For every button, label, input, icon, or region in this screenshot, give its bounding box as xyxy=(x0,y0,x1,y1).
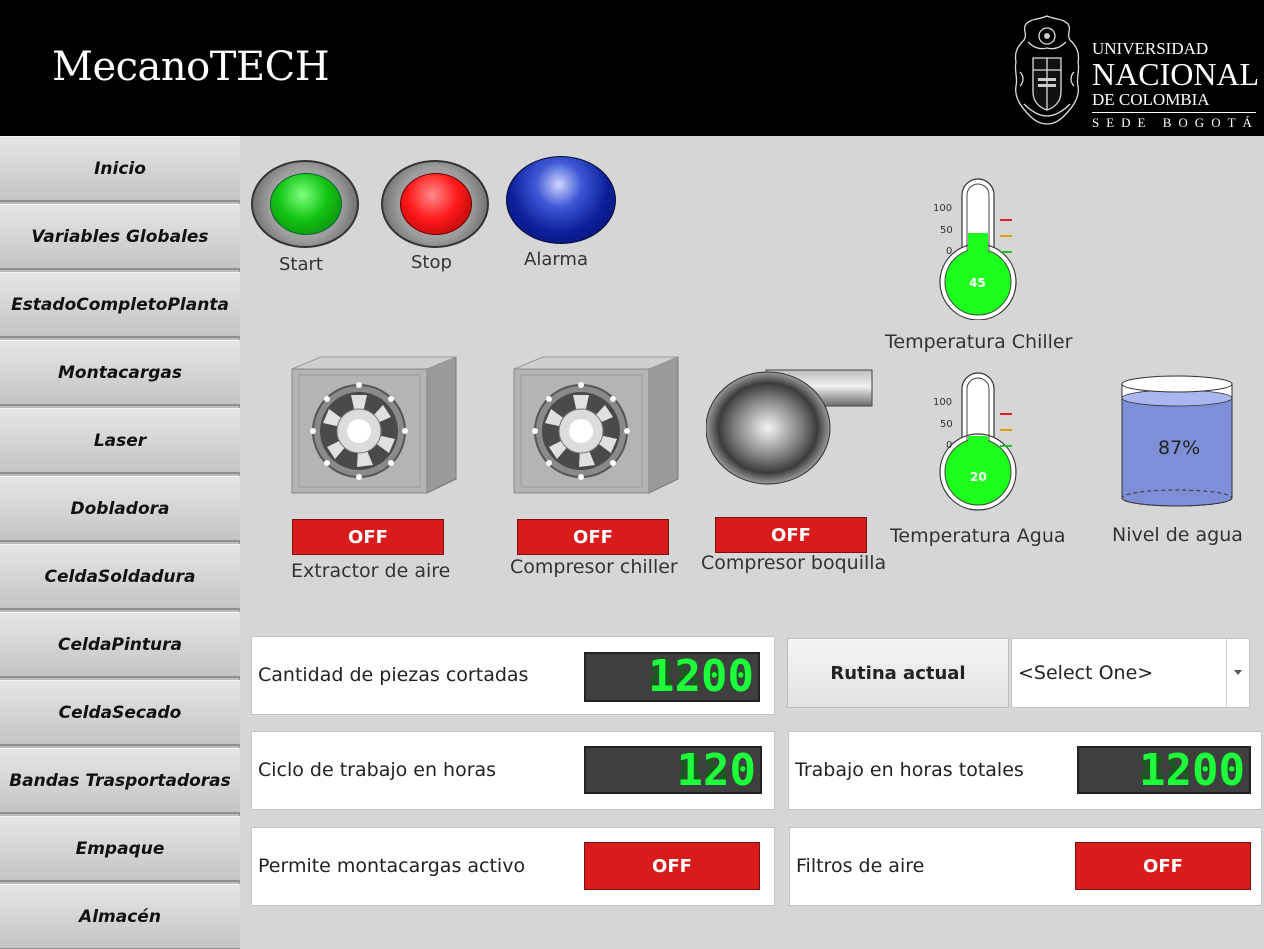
chiller-reading: 45 xyxy=(969,276,986,290)
sidebar-item-celda-soldadura[interactable]: CeldaSoldadura xyxy=(0,544,240,610)
extractor-label: Extractor de aire xyxy=(291,560,451,582)
chiller-compressor-label: Compresor chiller xyxy=(510,556,678,578)
stop-indicator xyxy=(381,160,489,248)
stop-lamp-icon xyxy=(400,173,472,235)
blower-compressor-icon xyxy=(706,369,873,485)
university-line1: UNIVERSIDAD xyxy=(1092,39,1209,58)
work-cycle-display: 888 120 xyxy=(584,746,762,794)
cut-pieces-panel: Cantidad de piezas cortadas 8888 1200 xyxy=(251,636,775,715)
start-indicator xyxy=(251,160,359,248)
university-line2: NACIONAL xyxy=(1092,56,1260,92)
sidebar-item-laser[interactable]: Laser xyxy=(0,408,240,474)
total-hours-display: 8888 1200 xyxy=(1077,746,1251,794)
routine-select[interactable]: <Select One> xyxy=(1011,638,1250,708)
chiller-scale-100: 100 xyxy=(933,203,953,214)
cut-pieces-value: 1200 xyxy=(648,652,754,702)
university-seal-icon xyxy=(1014,15,1080,125)
app-header: MecanoTECH UNIVERSIDAD NACIONAL DE COLOM… xyxy=(0,0,1264,136)
sidebar-item-empaque[interactable]: Empaque xyxy=(0,816,240,882)
start-label: Start xyxy=(279,254,323,275)
nozzle-compressor-toggle-button[interactable]: OFF xyxy=(715,517,867,553)
cut-pieces-display: 8888 1200 xyxy=(584,652,760,702)
water-scale-100: 100 xyxy=(933,397,953,408)
sidebar-item-celda-secado[interactable]: CeldaSecado xyxy=(0,680,240,746)
wordmark-divider xyxy=(1092,112,1256,113)
chiller-scale-50: 50 xyxy=(940,225,953,236)
university-line4: SEDE BOGOTÁ xyxy=(1092,115,1259,130)
sidebar-item-estado-completo-planta[interactable]: EstadoCompletoPlanta xyxy=(0,272,240,338)
work-cycle-panel: Ciclo de trabajo en horas 888 120 xyxy=(251,731,775,810)
sidebar-item-dobladora[interactable]: Dobladora xyxy=(0,476,240,542)
start-lamp-icon xyxy=(270,173,342,235)
university-wordmark: UNIVERSIDAD NACIONAL DE COLOMBIA SEDE BO… xyxy=(1092,40,1259,129)
sidebar-item-variables-globales[interactable]: Variables Globales xyxy=(0,204,240,270)
sidebar-nav: Inicio Variables Globales EstadoCompleto… xyxy=(0,136,240,949)
stop-label: Stop xyxy=(411,252,452,273)
sidebar-item-montacargas[interactable]: Montacargas xyxy=(0,340,240,406)
air-filters-panel: Filtros de aire OFF xyxy=(789,827,1262,906)
chiller-compressor-fan-icon xyxy=(513,356,679,494)
extractor-fan-icon xyxy=(291,356,457,494)
sidebar-item-inicio[interactable]: Inicio xyxy=(0,136,240,202)
forklift-permit-label: Permite montacargas activo xyxy=(258,855,526,877)
total-hours-label: Trabajo en horas totales xyxy=(795,759,1024,781)
chiller-compressor-toggle-button[interactable]: OFF xyxy=(517,519,669,555)
current-routine-button[interactable]: Rutina actual xyxy=(787,638,1009,708)
air-filters-label: Filtros de aire xyxy=(796,855,925,877)
cut-pieces-label: Cantidad de piezas cortadas xyxy=(258,664,529,686)
water-scale-0: 0 xyxy=(946,440,953,451)
alarm-label: Alarma xyxy=(524,249,588,270)
sidebar-item-almacen[interactable]: Almacén xyxy=(0,884,240,949)
air-filters-toggle-button[interactable]: OFF xyxy=(1075,842,1251,890)
sidebar-item-bandas-trasportadoras[interactable]: Bandas Trasportadoras xyxy=(0,748,240,814)
work-cycle-value: 120 xyxy=(676,746,756,794)
total-hours-panel: Trabajo en horas totales 8888 1200 xyxy=(788,731,1262,810)
tank-label: Nivel de agua xyxy=(1112,524,1243,546)
water-reading: 20 xyxy=(970,470,987,484)
chiller-temp-label: Temperatura Chiller xyxy=(885,331,1073,353)
forklift-permit-toggle-button[interactable]: OFF xyxy=(584,842,760,890)
water-temp-label: Temperatura Agua xyxy=(890,525,1066,547)
extractor-toggle-button[interactable]: OFF xyxy=(292,519,444,555)
forklift-permit-panel: Permite montacargas activo OFF xyxy=(251,827,775,906)
work-cycle-label: Ciclo de trabajo en horas xyxy=(258,759,497,781)
sidebar-item-celda-pintura[interactable]: CeldaPintura xyxy=(0,612,240,678)
tank-reading: 87% xyxy=(1158,437,1201,459)
water-thermometer xyxy=(939,372,1017,511)
nozzle-compressor-label: Compresor boquilla xyxy=(701,552,887,574)
water-scale-50: 50 xyxy=(940,419,953,430)
select-divider xyxy=(1226,639,1227,707)
total-hours-value: 1200 xyxy=(1139,746,1245,794)
university-line3: DE COLOMBIA xyxy=(1092,90,1210,109)
alarm-lamp-icon xyxy=(506,156,616,244)
routine-select-value: <Select One> xyxy=(1018,662,1154,684)
chevron-down-icon[interactable] xyxy=(1234,670,1242,675)
brand-title: MecanoTECH xyxy=(52,44,330,90)
chiller-scale-0: 0 xyxy=(946,246,953,257)
chiller-thermometer xyxy=(939,178,1017,320)
